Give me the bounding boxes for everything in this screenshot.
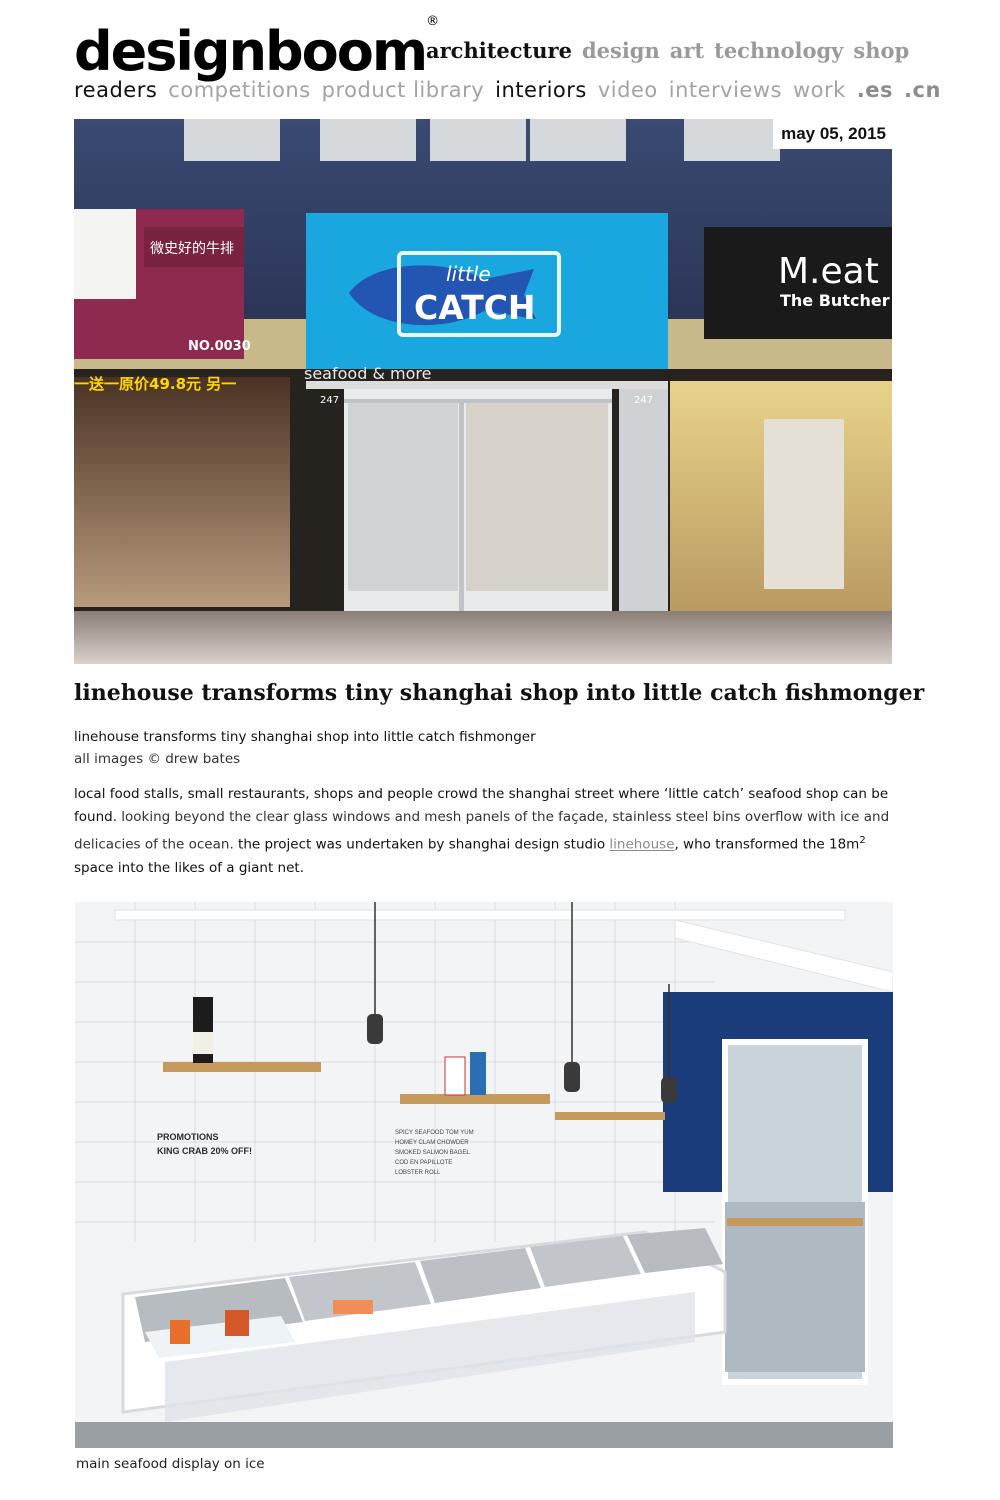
image-caption: main seafood display on ice [76,1456,265,1472]
meat-sign: M.eat [778,251,879,292]
neon-little: little [446,262,491,286]
promo-text-1: PROMOTIONS [157,1132,219,1142]
nav-competitions[interactable]: competitions [168,78,310,102]
nav-video[interactable]: video [598,78,658,102]
shop-number: NO.0030 [188,339,251,354]
nav-cn[interactable]: .cn [904,78,941,102]
nav-architecture[interactable]: architecture [426,38,572,63]
publish-date: may 05, 2015 [773,119,892,149]
tagline: seafood & more [304,364,431,383]
nav-interiors[interactable]: interiors [495,78,587,102]
nav-readers[interactable]: readers [74,78,157,102]
menu-item-3: SMOKED SALMON BAGEL [395,1150,470,1156]
linehouse-link[interactable]: linehouse [609,837,674,853]
shop-sign-left: 微史好的牛排 [150,241,234,257]
menu-item-1: SPICY SEAFOOD TOM YUM [395,1130,474,1136]
article-body: local food stalls, small restaurants, sh… [74,783,904,880]
promo-text-2: KING CRAB 20% OFF! [157,1146,252,1156]
body-sentence-5: space into the likes of a giant net. [74,859,305,876]
interior-image[interactable]: PROMOTIONS KING CRAB 20% OFF! SPICY SEAF… [75,902,893,1448]
menu-item-4: COD EN PAPILLOTE [395,1160,452,1166]
nav-shop[interactable]: shop [853,38,909,63]
promo-banner-left: 一送一原价49.8元 另一 [74,375,236,393]
storefront-illustration: 微史好的牛排 NO.0030 little CATCH M.eat The Bu… [74,119,892,664]
secondary-nav: readers competitions product library interi… [74,78,952,102]
site-logo[interactable]: designboom® [74,14,439,83]
body-sentence-3: the project was undertaken by shanghai d… [233,836,610,853]
nav-work[interactable]: work [793,78,846,102]
door-number-right: 247 [634,395,653,406]
primary-nav: architecture design art technology shop [426,38,919,63]
menu-item-5: LOBSTER ROLL [395,1170,441,1176]
door-number-left: 247 [320,395,339,406]
menu-item-2: HOMEY CLAM CHOWDER [395,1140,469,1146]
squared-mark: 2 [859,835,866,846]
interior-illustration: PROMOTIONS KING CRAB 20% OFF! SPICY SEAF… [75,902,893,1448]
neon-catch: CATCH [414,288,536,327]
nav-product-library[interactable]: product library [322,78,485,102]
hero-image[interactable]: 微史好的牛排 NO.0030 little CATCH M.eat The Bu… [74,119,892,664]
body-sentence-4: , who transformed the 18m [674,836,860,853]
nav-technology[interactable]: technology [714,38,843,63]
nav-interviews[interactable]: interviews [669,78,782,102]
image-credit: all images © drew bates [74,751,241,767]
butcher-sign: The Butcher [780,291,890,310]
logo-text[interactable]: designboom [74,20,428,83]
nav-art[interactable]: art [670,38,704,63]
nav-es[interactable]: .es [857,78,893,102]
article-title: linehouse transforms tiny shanghai shop … [74,680,925,706]
nav-design[interactable]: design [582,38,660,63]
article-subtitle: linehouse transforms tiny shanghai shop … [74,729,536,745]
registered-mark: ® [426,14,440,29]
